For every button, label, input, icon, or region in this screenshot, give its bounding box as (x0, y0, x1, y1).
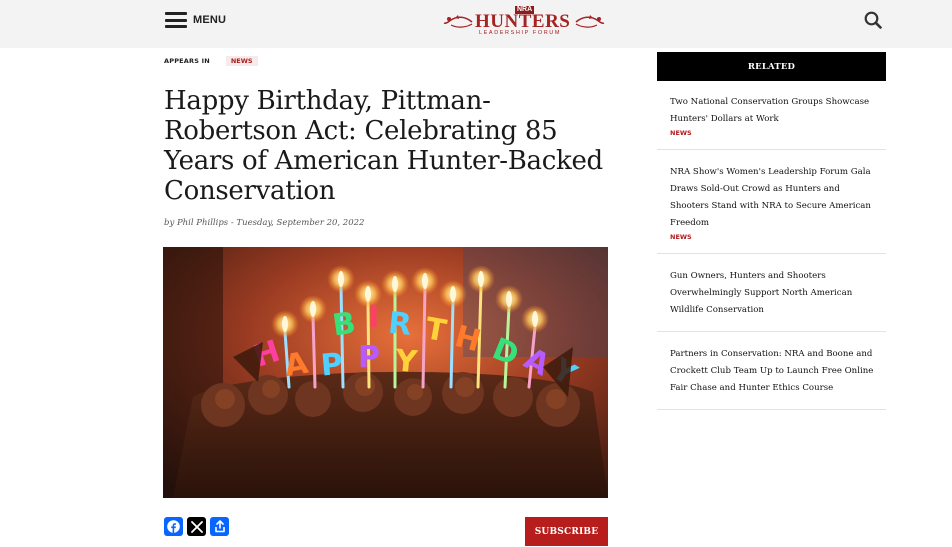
search-icon[interactable] (864, 11, 882, 29)
site-logo[interactable]: NRA HUNTERS LEADERSHIP FORUM (443, 6, 605, 40)
svg-text:P: P (319, 347, 344, 384)
related-list: Two National Conservation Groups Showcas… (657, 81, 886, 410)
share-icon (214, 520, 225, 533)
category-badge[interactable]: NEWS (225, 56, 258, 66)
related-item[interactable]: Two National Conservation Groups Showcas… (657, 81, 886, 150)
svg-text:P: P (358, 340, 380, 375)
related-item-title[interactable]: NRA Show's Women's Leadership Forum Gala… (670, 164, 876, 232)
svg-text:I: I (368, 300, 379, 335)
facebook-icon (167, 520, 180, 533)
svg-text:R: R (387, 306, 414, 343)
x-icon (190, 520, 203, 533)
related-item[interactable]: Partners in Conservation: NRA and Boone … (657, 332, 886, 410)
related-item-title[interactable]: Two National Conservation Groups Showcas… (670, 94, 876, 128)
subscribe-button[interactable]: SUBSCRIBE (525, 517, 608, 546)
svg-text:B: B (330, 306, 358, 344)
menu-button[interactable]: MENU (165, 11, 226, 29)
facebook-share-button[interactable] (164, 517, 183, 536)
logo-tagline: LEADERSHIP FORUM (479, 30, 562, 36)
logo-flourish-left-icon (443, 15, 473, 28)
svg-text:Y: Y (393, 343, 420, 380)
site-header: MENU NRA HUNTERS LEADERSHIP FORUM (0, 0, 952, 48)
related-item[interactable]: Gun Owners, Hunters and Shooters Overwhe… (657, 254, 886, 332)
x-share-button[interactable] (187, 517, 206, 536)
related-item-title[interactable]: Gun Owners, Hunters and Shooters Overwhe… (670, 268, 876, 319)
share-bar (164, 517, 229, 536)
article-title: Happy Birthday, Pittman-Robertson Act: C… (164, 86, 603, 206)
article-byline: by Phil Phillips - Tuesday, September 20… (164, 218, 365, 228)
menu-label: MENU (193, 14, 227, 26)
related-item-title[interactable]: Partners in Conservation: NRA and Boone … (670, 346, 876, 397)
birthday-cake-illustration: H A P P Y B I R T H D A Y (163, 247, 608, 498)
share-button[interactable] (210, 517, 229, 536)
appears-in: APPEARS IN NEWS (164, 56, 258, 66)
related-item-tag[interactable]: NEWS (670, 233, 876, 241)
appears-in-label: APPEARS IN (164, 57, 210, 65)
related-item[interactable]: NRA Show's Women's Leadership Forum Gala… (657, 150, 886, 254)
related-item-tag[interactable]: NEWS (670, 129, 876, 137)
logo-wordmark: HUNTERS (475, 11, 571, 32)
related-header: RELATED (657, 52, 886, 81)
hamburger-icon (165, 12, 187, 28)
hero-image: H A P P Y B I R T H D A Y (163, 247, 608, 498)
logo-flourish-right-icon (575, 15, 605, 28)
